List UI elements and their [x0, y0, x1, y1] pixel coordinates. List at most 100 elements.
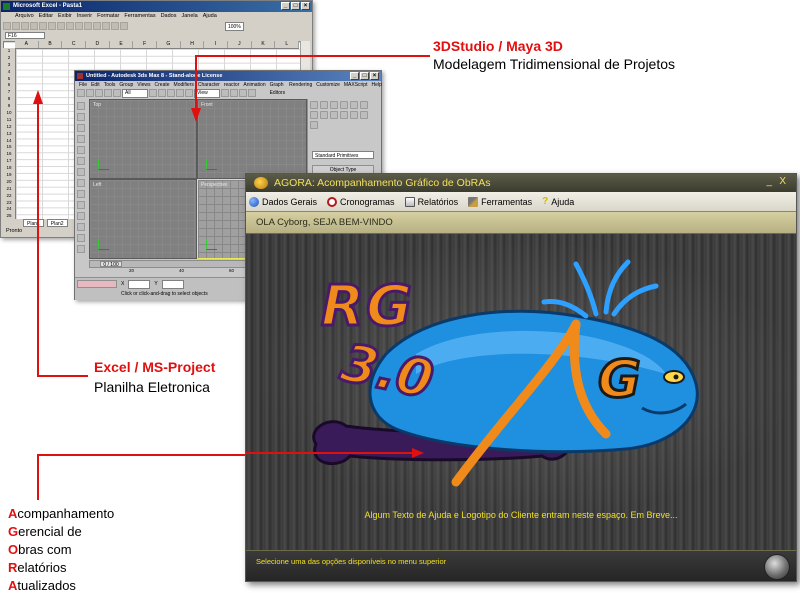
tool-icon[interactable] [77, 102, 85, 110]
close-button[interactable]: X [779, 174, 786, 190]
maximize-button[interactable]: □ [291, 2, 300, 10]
column-header[interactable]: C [62, 41, 87, 48]
menu-ferramentas[interactable]: Ferramentas [468, 196, 532, 207]
shapes-icon[interactable] [320, 111, 328, 119]
undo-icon[interactable] [84, 22, 92, 30]
row-header[interactable]: 15 [3, 144, 15, 151]
chart-icon[interactable] [120, 22, 128, 30]
row-header[interactable]: 13 [3, 131, 15, 138]
tool-icon[interactable] [77, 135, 85, 143]
row-header[interactable]: 19 [3, 172, 15, 179]
reference-coord-select[interactable]: View [194, 89, 220, 98]
tool-icon[interactable] [77, 234, 85, 242]
viewport-label[interactable]: Left [93, 182, 101, 188]
tool-icon[interactable] [77, 113, 85, 121]
column-header[interactable]: F [133, 41, 158, 48]
spell-icon[interactable] [48, 22, 56, 30]
excel-menu-item[interactable]: Formatar [97, 12, 119, 21]
lights-icon[interactable] [330, 111, 338, 119]
spacewarps-icon[interactable] [360, 111, 368, 119]
dial-knob-icon[interactable] [764, 554, 790, 580]
row-header[interactable]: 21 [3, 186, 15, 193]
agora-title-bar[interactable]: AGORA: Acompanhamento Gráfico de ObRAs _… [246, 174, 796, 192]
max-menu-item[interactable]: Edit [91, 81, 100, 89]
tool-icon[interactable] [77, 223, 85, 231]
column-header[interactable]: I [204, 41, 229, 48]
max-menu-item[interactable]: Rendering [289, 81, 312, 89]
time-slider[interactable]: 0 / 100 [100, 261, 122, 268]
row-header[interactable]: 18 [3, 165, 15, 172]
column-header[interactable]: H [181, 41, 205, 48]
new-icon[interactable] [3, 22, 11, 30]
excel-menu-item[interactable]: Janela [181, 12, 197, 21]
menu-relatorios[interactable]: Relatórios [404, 196, 458, 207]
column-header[interactable]: B [39, 41, 63, 48]
row-header[interactable]: 16 [3, 151, 15, 158]
paste-icon[interactable] [75, 22, 83, 30]
row-header[interactable]: 22 [3, 193, 15, 200]
geometry-icon[interactable] [310, 111, 318, 119]
row-header[interactable]: 7 [3, 89, 15, 96]
systems-icon[interactable] [310, 121, 318, 129]
minimize-button[interactable]: _ [766, 174, 772, 190]
max-menu-item[interactable]: Modifiers [174, 81, 194, 89]
redo-icon[interactable] [93, 22, 101, 30]
viewport-label[interactable]: Perspective [201, 182, 227, 188]
row-header[interactable]: 24 [3, 206, 15, 213]
max-menu-item[interactable]: reactor [224, 81, 240, 89]
column-header[interactable]: J [228, 41, 252, 48]
open-icon[interactable] [12, 22, 20, 30]
minimize-button[interactable]: _ [350, 72, 359, 80]
select-icon[interactable] [149, 89, 157, 97]
column-header[interactable]: E [110, 41, 134, 48]
tool-icon[interactable] [77, 190, 85, 198]
cameras-icon[interactable] [340, 111, 348, 119]
excel-menu-item[interactable]: Exibir [58, 12, 72, 21]
tool-icon[interactable] [77, 168, 85, 176]
modify-tab-icon[interactable] [320, 101, 328, 109]
excel-menu-item[interactable]: Editar [39, 12, 53, 21]
save-icon[interactable] [21, 22, 29, 30]
viewport-top[interactable]: Top [89, 99, 197, 179]
viewport-label[interactable]: Top [93, 102, 101, 108]
max-menu-item[interactable]: Views [137, 81, 150, 89]
excel-title-bar[interactable]: Microsoft Excel - Pasta1 _ □ × [1, 1, 312, 12]
column-header[interactable]: G [157, 41, 181, 48]
max-menu-item[interactable]: Create [155, 81, 170, 89]
selection-filter-select[interactable]: All [122, 89, 148, 98]
column-header[interactable]: L [275, 41, 300, 48]
redo-icon[interactable] [86, 89, 94, 97]
tool-icon[interactable] [77, 245, 85, 253]
menu-cronogramas[interactable]: Cronogramas [327, 196, 395, 207]
max-menu-item[interactable]: Group [119, 81, 133, 89]
max-menu-item[interactable]: File [79, 81, 87, 89]
row-header[interactable]: 6 [3, 82, 15, 89]
excel-name-box[interactable]: F16 [5, 32, 45, 39]
display-tab-icon[interactable] [350, 101, 358, 109]
row-header[interactable]: 20 [3, 179, 15, 186]
viewport-label[interactable]: Front [201, 102, 213, 108]
link-icon[interactable] [95, 89, 103, 97]
max-menu-item[interactable]: Customize [316, 81, 340, 89]
undo-icon[interactable] [77, 89, 85, 97]
render-icon[interactable] [248, 89, 256, 97]
primitive-type-select[interactable]: Standard Primitives [312, 151, 374, 159]
motion-tab-icon[interactable] [340, 101, 348, 109]
max-menu-item[interactable]: MAXScript [344, 81, 368, 89]
row-header[interactable]: 2 [3, 55, 15, 62]
menu-ajuda[interactable]: ? Ajuda [542, 196, 574, 207]
row-header[interactable]: 9 [3, 103, 15, 110]
print-icon[interactable] [30, 22, 38, 30]
viewport-left[interactable]: Left [89, 179, 197, 259]
tool-icon[interactable] [77, 212, 85, 220]
row-header[interactable]: 17 [3, 158, 15, 165]
column-header[interactable]: A [15, 41, 39, 48]
menu-dados-gerais[interactable]: Dados Gerais [249, 196, 317, 207]
excel-menu-item[interactable]: Ferramentas [124, 12, 155, 21]
preview-icon[interactable] [39, 22, 47, 30]
pivot-icon[interactable] [221, 89, 229, 97]
unlink-icon[interactable] [104, 89, 112, 97]
cut-icon[interactable] [57, 22, 65, 30]
row-header[interactable]: 14 [3, 138, 15, 145]
max-title-bar[interactable]: Untitled - Autodesk 3ds Max 8 - Stand-al… [75, 71, 381, 81]
